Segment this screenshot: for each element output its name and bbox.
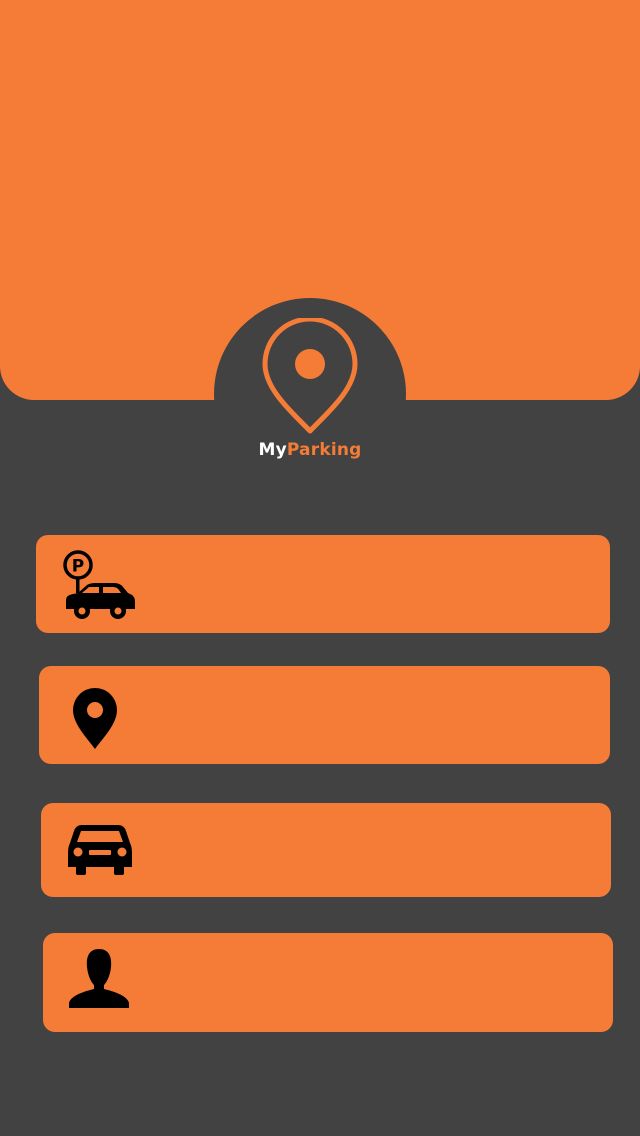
- svg-text:P: P: [72, 557, 84, 577]
- brand-name-part2: Parking: [286, 440, 362, 460]
- car-menu-button[interactable]: [41, 803, 611, 897]
- parking-car-icon: P: [63, 550, 135, 619]
- app-logo-text: MyParking: [214, 440, 406, 460]
- user-icon: [69, 949, 129, 1008]
- brand-name-part1: My: [258, 440, 287, 460]
- map-pin-logo-icon: [262, 318, 358, 434]
- profile-menu-button[interactable]: [43, 933, 613, 1032]
- map-pin-icon: [73, 688, 117, 749]
- location-menu-button[interactable]: [39, 666, 610, 764]
- parking-menu-button[interactable]: P: [36, 535, 610, 633]
- car-icon: [68, 825, 132, 875]
